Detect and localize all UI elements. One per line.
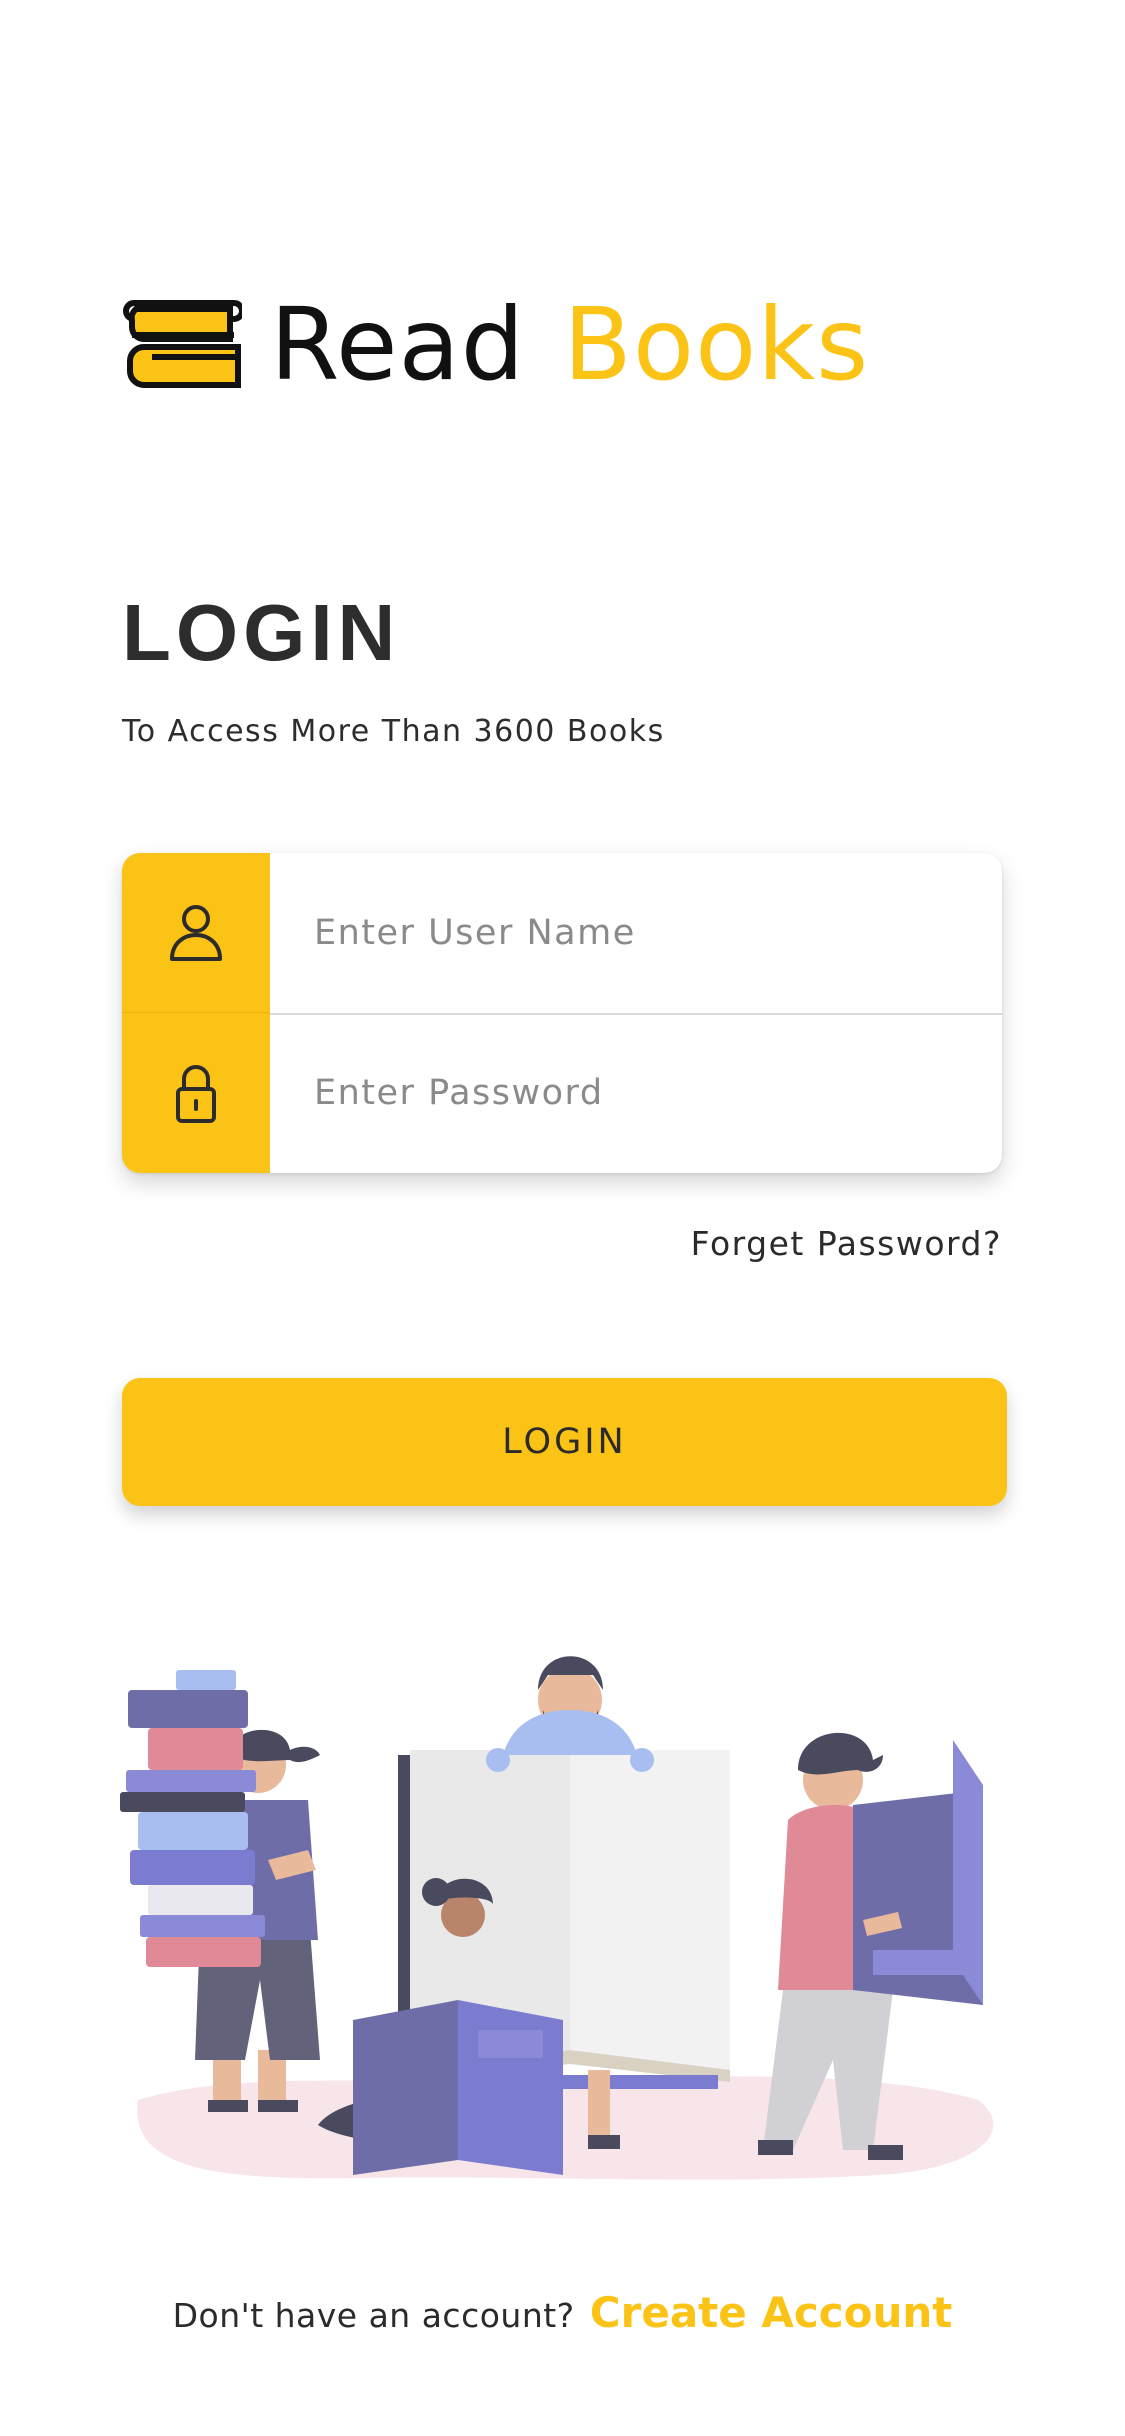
password-icon-cell	[122, 1013, 270, 1173]
username-row	[122, 853, 1002, 1013]
stacked-books-icon	[122, 300, 242, 388]
password-input[interactable]	[270, 1013, 1002, 1173]
login-button[interactable]: LOGIN	[122, 1378, 1007, 1506]
brand-name-read: Read	[270, 286, 526, 403]
signup-footer: Don't have an account? Create Account	[0, 2288, 1125, 2337]
person-with-books-figure	[120, 1670, 320, 2112]
username-input[interactable]	[270, 853, 1002, 1013]
brand-header: Read Books	[122, 290, 869, 400]
lock-icon	[176, 1065, 216, 1123]
forgot-password-link[interactable]: Forget Password?	[691, 1222, 1002, 1266]
page-subtitle: To Access More Than 3600 Books	[122, 714, 665, 749]
signup-prompt: Don't have an account?	[172, 2296, 575, 2335]
reading-people-illustration	[120, 1656, 994, 2180]
create-account-link[interactable]: Create Account	[590, 2288, 953, 2337]
page-title: LOGIN	[122, 588, 401, 677]
username-icon-cell	[122, 853, 270, 1013]
password-row	[122, 1013, 1002, 1173]
brand-name-books: Books	[563, 286, 870, 403]
user-icon	[170, 905, 222, 961]
login-form	[122, 853, 1002, 1173]
